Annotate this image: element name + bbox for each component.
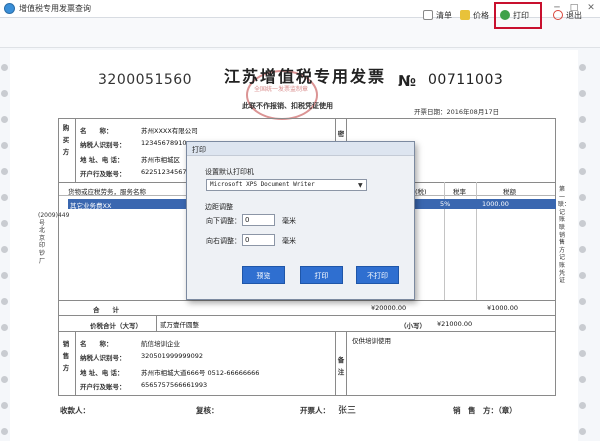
invoice-subtitle: 此联不作报销、扣税凭证使用	[242, 102, 333, 110]
no-print-button[interactable]: 不打印	[356, 266, 399, 284]
buyer-addr-label: 地 址、电 话：	[80, 156, 124, 164]
buyer-name-label: 名 称：	[80, 127, 113, 135]
margin-label: 边距调整	[205, 203, 233, 211]
chevron-down-icon[interactable]: ▼	[358, 182, 363, 189]
invoice-number: 00711003	[428, 72, 504, 88]
seller-bank: 6565757566661993	[141, 381, 208, 389]
total-small-label: （小写）	[400, 322, 426, 330]
remarks-text: 仅供培训使用	[352, 337, 391, 345]
buyer-label-divider	[75, 118, 76, 182]
header-rate: 税率	[453, 188, 466, 196]
buyer-name: 苏州XXXX有限公司	[141, 127, 198, 135]
right-adjust-label: 向右调整：	[206, 237, 241, 245]
totals-amount: ¥20000.00	[371, 304, 407, 312]
words-bottom-line	[58, 331, 556, 332]
print-dialog-title: 打印	[192, 146, 206, 154]
totals-tax: ¥1000.00	[487, 304, 519, 312]
price-button[interactable]: 价格	[460, 6, 489, 24]
buyer-bank: 622512345678	[141, 168, 191, 176]
table-left-line	[58, 118, 59, 395]
seller-tax-id: 320501999999092	[141, 352, 204, 360]
buyer-tax-id: 12345678910	[141, 139, 187, 147]
clear-button[interactable]: 清单	[423, 6, 452, 24]
table-bottom-line	[58, 395, 556, 396]
window-title: 增值税专用发票查询	[19, 4, 91, 13]
seller-tax-label: 纳税人识别号：	[80, 354, 126, 362]
item-tax: 1000.00	[482, 200, 509, 208]
printer-label: 设置默认打印机	[205, 168, 254, 176]
invoice-code: 3200051560	[98, 72, 193, 88]
down-adjust-input[interactable]: 0	[242, 214, 275, 226]
list-icon	[423, 10, 433, 20]
invoice-title: 江苏增值税专用发票	[224, 67, 387, 86]
buyer-addr: 苏州市相城区	[141, 156, 180, 164]
right-tractor-holes	[578, 50, 588, 441]
remarks-divider-1	[335, 331, 336, 395]
buyer-section-label: 购买方	[62, 124, 70, 156]
app-icon	[4, 3, 15, 14]
item-name: 其它业务费XX	[70, 202, 112, 210]
price-icon	[460, 10, 470, 20]
seller-bank-label: 开户行及账号：	[80, 383, 126, 391]
items-bottom-line	[58, 300, 556, 301]
number-symbol: №	[398, 72, 417, 90]
total-in-words: 贰万壹仟圆整	[160, 321, 199, 329]
right-adjust-input[interactable]: 0	[242, 234, 275, 246]
left-printer-note: (2009)449号北京印钞厂	[38, 212, 69, 265]
seller-addr-label: 地 址、电 话：	[80, 369, 124, 377]
item-rate: 5%	[440, 200, 451, 208]
totals-label: 合 计	[93, 306, 119, 314]
seller-addr: 苏州市相城大道666号 0512-66666666	[141, 369, 260, 377]
table-top-line	[58, 118, 556, 119]
seller-name-label: 名 称：	[80, 340, 113, 348]
close-button[interactable]: ✕	[583, 1, 599, 15]
copy-type-note: 第一联：记账联 销售方记账凭证	[558, 186, 571, 285]
total-small: ¥21000.00	[437, 320, 473, 328]
buyer-bank-label: 开户行及账号：	[80, 170, 126, 178]
printer-select[interactable]: Microsoft XPS Document Writer	[206, 179, 367, 191]
print-dialog-titlebar[interactable]	[187, 142, 414, 156]
password-area-label: 密	[337, 130, 345, 138]
reviewer-label: 复核：	[196, 406, 219, 415]
header-tax-rate-paren: (税)	[415, 188, 427, 196]
totals-bottom-line	[58, 315, 556, 316]
print-confirm-button[interactable]: 打印	[300, 266, 343, 284]
table-right-line	[555, 118, 556, 395]
down-unit-label: 毫米	[282, 217, 296, 225]
words-divider	[156, 315, 157, 331]
seller-seal-label: 销 售 方：（章）	[453, 406, 517, 415]
header-goods: 货物或应税劳务，服务名称	[68, 188, 146, 196]
remarks-label: 备注	[337, 356, 345, 376]
buyer-tax-label: 纳税人识别号：	[80, 141, 126, 149]
drawer-label: 开票人：	[300, 406, 330, 415]
payee-label: 收款人：	[60, 406, 90, 415]
seller-label-divider	[75, 331, 76, 395]
print-icon	[500, 10, 510, 20]
drawer-name: 张三	[338, 406, 357, 416]
header-tax: 税额	[503, 188, 516, 196]
issue-date: 开票日期：2016年08月17日	[414, 108, 500, 116]
power-icon	[553, 10, 563, 20]
seller-section-label: 销售方	[62, 340, 70, 372]
seller-name: 航信培训企业	[141, 340, 180, 348]
down-adjust-label: 向下调整：	[206, 217, 241, 225]
remarks-divider-2	[346, 331, 347, 395]
print-button[interactable]: 打印	[500, 6, 529, 24]
exit-button[interactable]: 退出	[553, 6, 582, 24]
right-unit-label: 毫米	[282, 237, 296, 245]
preview-button[interactable]: 预览	[242, 266, 285, 284]
total-words-label: 价税合计（大写）	[90, 322, 142, 330]
left-tractor-holes	[0, 50, 10, 441]
